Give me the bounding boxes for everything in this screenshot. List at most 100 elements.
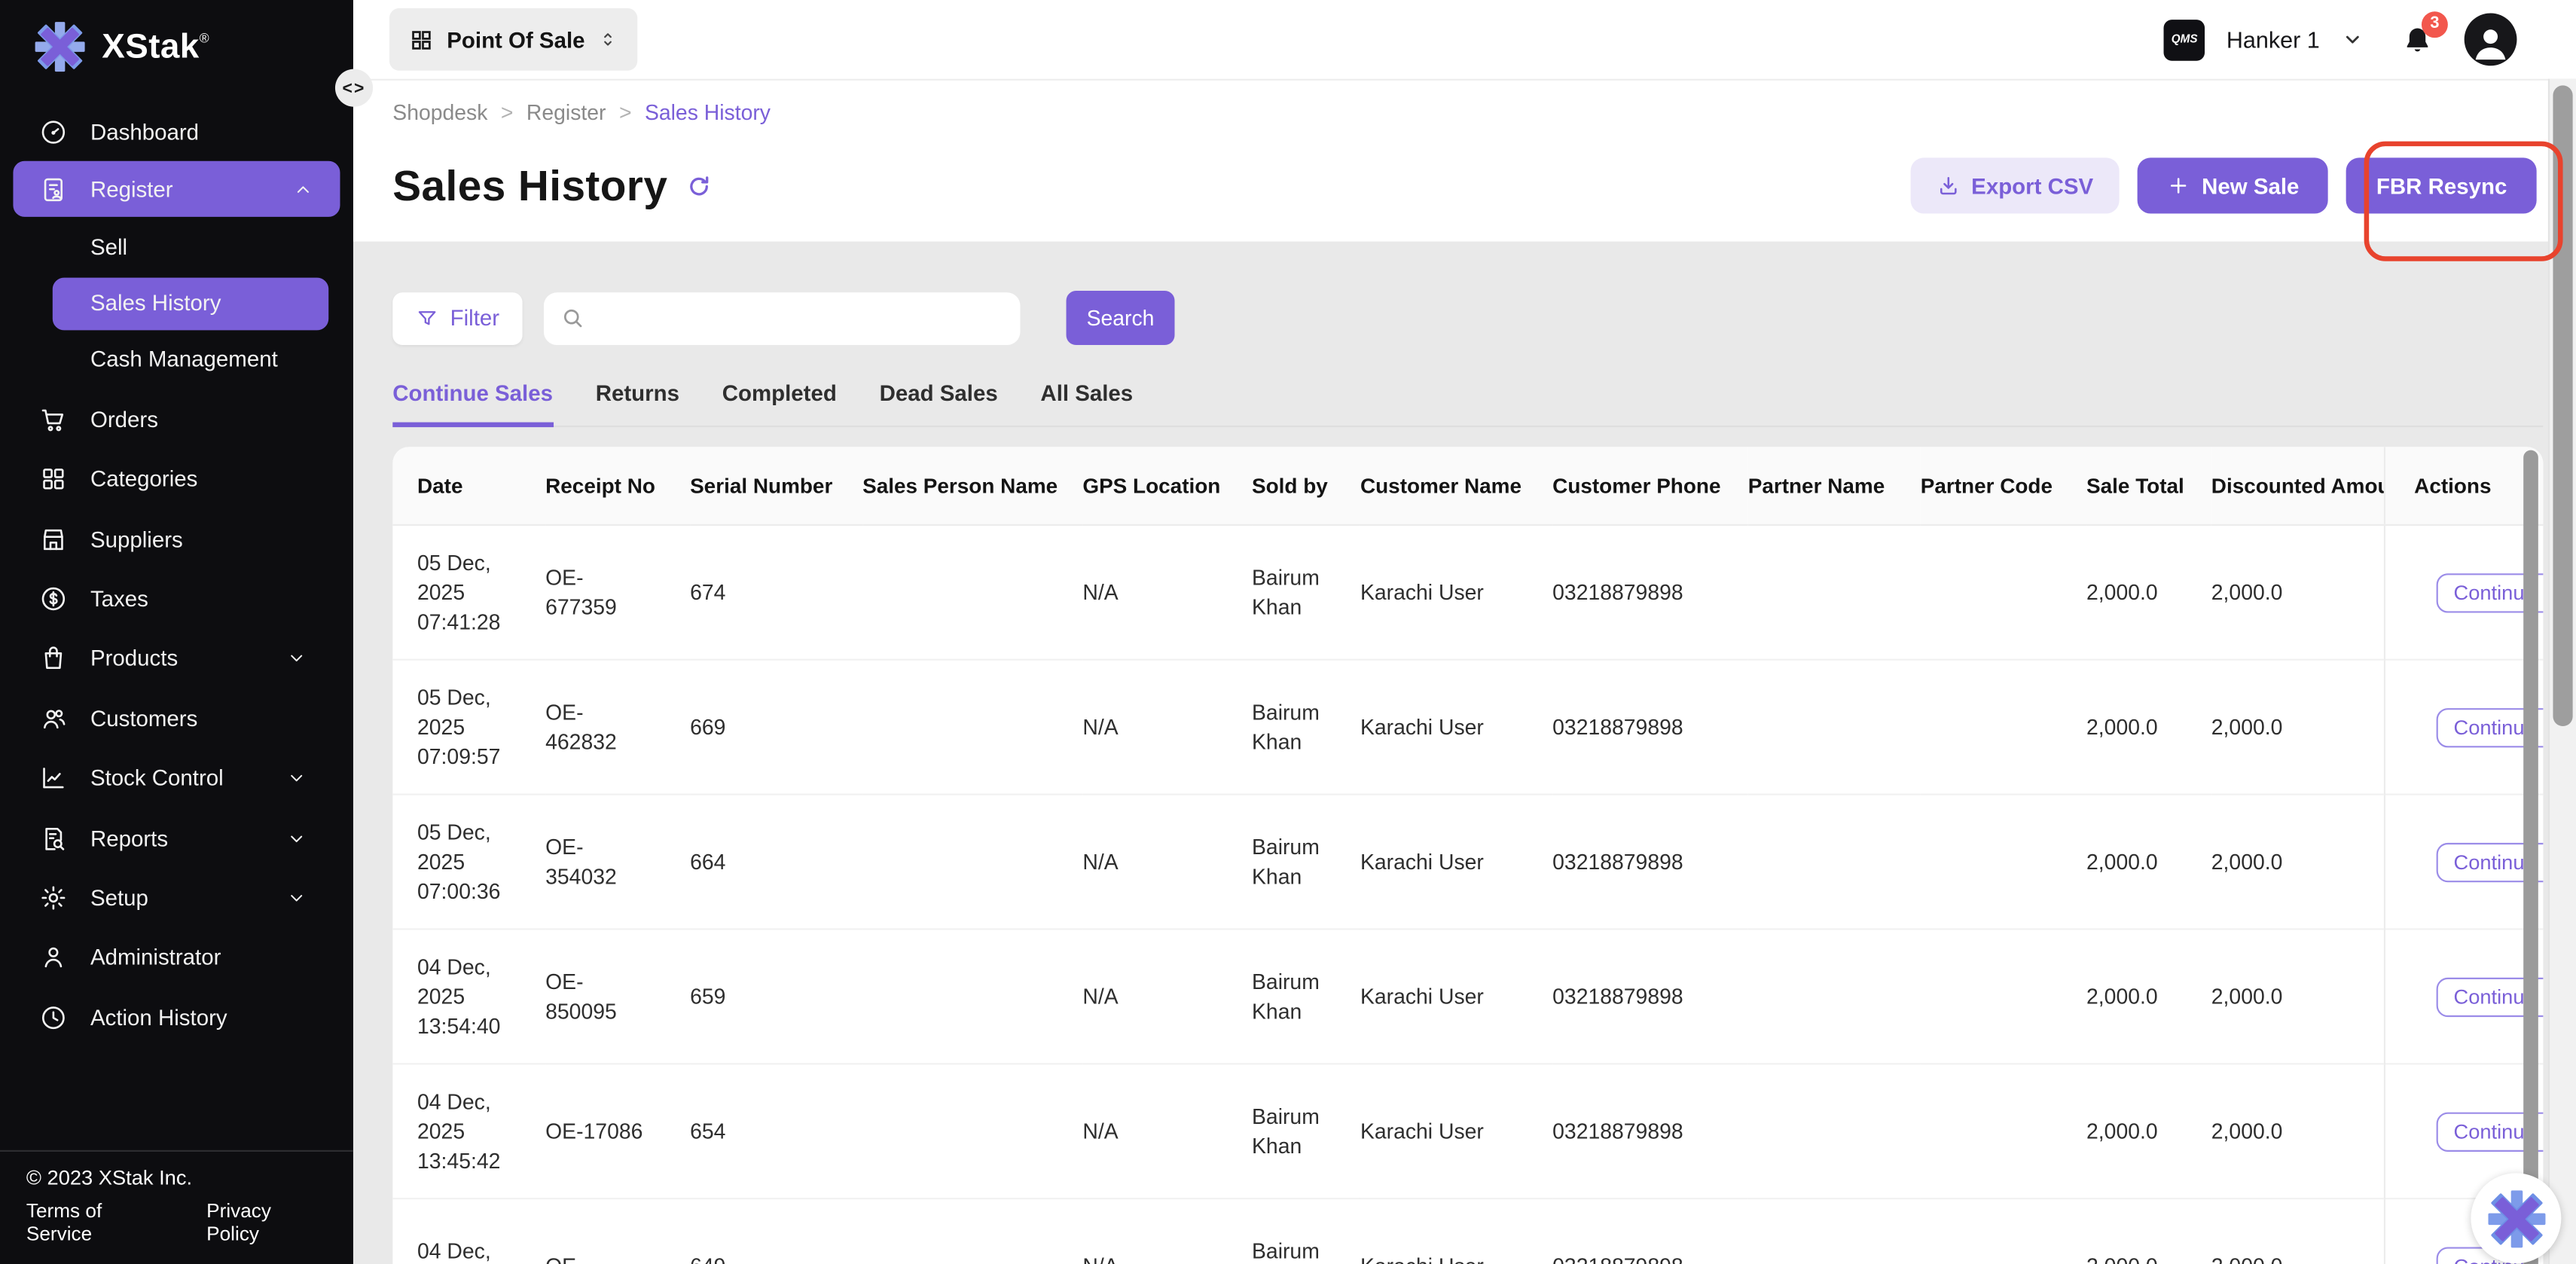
cell-discounted-amount: 2,000.0 (2211, 795, 2384, 930)
chevron-down-icon[interactable] (2341, 28, 2364, 51)
search-box (544, 292, 1021, 344)
cell-customer-phone: 03218879898 (1552, 929, 1748, 1064)
cell-customer-name: Karachi User (1360, 929, 1552, 1064)
floating-widget-button[interactable] (2471, 1173, 2561, 1263)
app-switcher[interactable]: Point Of Sale (389, 8, 637, 71)
filter-button[interactable]: Filter (392, 292, 522, 344)
table-scrollbar-thumb[interactable] (2523, 450, 2538, 1264)
store-name: Hanker 1 (2227, 26, 2320, 53)
topbar: Point Of Sale QMS Hanker 1 3 (353, 0, 2576, 81)
sidebar-item-dashboard[interactable]: Dashboard (0, 102, 353, 161)
search-icon (560, 306, 585, 331)
search-button[interactable]: Search (1067, 291, 1175, 345)
breadcrumb-item[interactable]: Register (526, 100, 606, 125)
cell-sales-person-name (862, 1064, 1082, 1198)
sidebar-item-customers[interactable]: Customers (0, 688, 353, 748)
fbr-resync-button[interactable]: FBR Resync (2347, 157, 2537, 213)
cell-date: 04 Dec,202513:45:42 (392, 1064, 545, 1198)
export-csv-button[interactable]: Export CSV (1910, 157, 2120, 213)
sidebar-collapse-toggle[interactable]: <> (335, 69, 373, 107)
refresh-icon[interactable] (687, 173, 712, 198)
breadcrumb: Shopdesk>Register>Sales History (392, 100, 2536, 125)
sidebar-item-sell[interactable]: Sell (0, 218, 353, 277)
chevron-down-icon (286, 768, 307, 789)
xstak-logo-icon (33, 20, 87, 74)
export-csv-label: Export CSV (1971, 173, 2093, 198)
sidebar-item-setup[interactable]: Setup (0, 868, 353, 927)
cell-partner-code (1921, 795, 2086, 930)
tab-all-sales[interactable]: All Sales (1040, 381, 1133, 427)
brand-name: XStak® (102, 27, 209, 66)
person-icon (39, 944, 67, 972)
cell-sold-by: BairumKhan (1252, 795, 1360, 930)
sidebar-item-suppliers[interactable]: Suppliers (0, 509, 353, 569)
plus-icon (2167, 174, 2190, 197)
cell-discounted-amount: 2,000.0 (2211, 1198, 2384, 1264)
app-switcher-label: Point Of Sale (447, 27, 584, 52)
terms-of-service-link[interactable]: Terms of Service (26, 1198, 170, 1244)
sidebar-item-administrator[interactable]: Administrator (0, 928, 353, 988)
cell-sales-person-name (862, 795, 1082, 930)
tab-dead-sales[interactable]: Dead Sales (880, 381, 998, 427)
sidebar-item-action-history[interactable]: Action History (0, 988, 353, 1047)
column-header: Customer Name (1360, 447, 1552, 525)
sidebar-item-sales-history[interactable]: Sales History (53, 277, 328, 330)
table-row: 05 Dec,202507:09:57OE-462832669N/ABairum… (392, 660, 2543, 795)
sidebar-item-cash-management[interactable]: Cash Management (0, 330, 353, 389)
user-avatar[interactable] (2465, 13, 2517, 66)
sidebar-item-categories[interactable]: Categories (0, 450, 353, 509)
sidebar-item-register[interactable]: Register (13, 162, 340, 218)
tab-completed[interactable]: Completed (722, 381, 837, 427)
breadcrumb-separator: > (501, 100, 514, 125)
privacy-policy-link[interactable]: Privacy Policy (206, 1198, 327, 1244)
search-input[interactable] (598, 304, 1004, 332)
cell-partner-name (1748, 525, 1921, 660)
copyright-text: © 2023 XStak Inc. (26, 1166, 327, 1189)
column-header: Date (392, 447, 545, 525)
cell-sale-total: 2,000.0 (2086, 660, 2211, 795)
cell-customer-name: Karachi User (1360, 795, 1552, 930)
sidebar-item-orders[interactable]: Orders (0, 389, 353, 449)
cell-partner-code (1921, 525, 2086, 660)
cell-actions: Continue (2384, 660, 2544, 795)
cell-partner-code (1921, 1064, 2086, 1198)
cell-sale-total: 2,000.0 (2086, 929, 2211, 1064)
cell-sale-total: 2,000.0 (2086, 525, 2211, 660)
xstak-mark-icon (2485, 1187, 2547, 1250)
sidebar-item-products[interactable]: Products (0, 629, 353, 688)
notifications-button[interactable]: 3 (2402, 22, 2433, 56)
cell-serial-number: 664 (690, 795, 862, 930)
cell-serial-number: 669 (690, 660, 862, 795)
cell-serial-number: 659 (690, 929, 862, 1064)
column-header: GPS Location (1082, 447, 1252, 525)
funnel-icon (416, 307, 439, 330)
report-icon (39, 824, 67, 852)
sidebar-item-stock-control[interactable]: Stock Control (0, 749, 353, 808)
sidebar-item-taxes[interactable]: Taxes (0, 569, 353, 628)
footer-links: Terms of Service Privacy Policy (26, 1198, 327, 1244)
cell-discounted-amount: 2,000.0 (2211, 525, 2384, 660)
tab-returns[interactable]: Returns (596, 381, 679, 427)
chevron-up-icon (292, 179, 313, 200)
new-sale-button[interactable]: New Sale (2138, 157, 2329, 213)
cell-sale-total: 2,000.0 (2086, 1198, 2211, 1264)
sidebar-item-label: Suppliers (90, 527, 183, 551)
cell-gps-location: N/A (1082, 795, 1252, 930)
cell-actions: Continue (2384, 795, 2544, 930)
breadcrumb-item[interactable]: Shopdesk (392, 100, 487, 125)
cell-receipt-no: OE-677359 (545, 525, 690, 660)
tab-continue-sales[interactable]: Continue Sales (392, 381, 553, 427)
sales-table-card: DateReceipt NoSerial NumberSales Person … (392, 447, 2543, 1264)
page-scrollbar-thumb[interactable] (2553, 85, 2572, 726)
column-header: Sold by (1252, 447, 1360, 525)
users-icon (39, 704, 67, 732)
cell-customer-name: Karachi User (1360, 525, 1552, 660)
dashboard-icon (39, 118, 67, 145)
cell-partner-name (1748, 795, 1921, 930)
new-sale-label: New Sale (2202, 173, 2299, 198)
sales-table: DateReceipt NoSerial NumberSales Person … (392, 447, 2543, 1264)
user-avatar-icon (2469, 20, 2512, 63)
sidebar-item-reports[interactable]: Reports (0, 808, 353, 868)
registered-mark: ® (200, 30, 209, 45)
cell-customer-name: Karachi User (1360, 1064, 1552, 1198)
